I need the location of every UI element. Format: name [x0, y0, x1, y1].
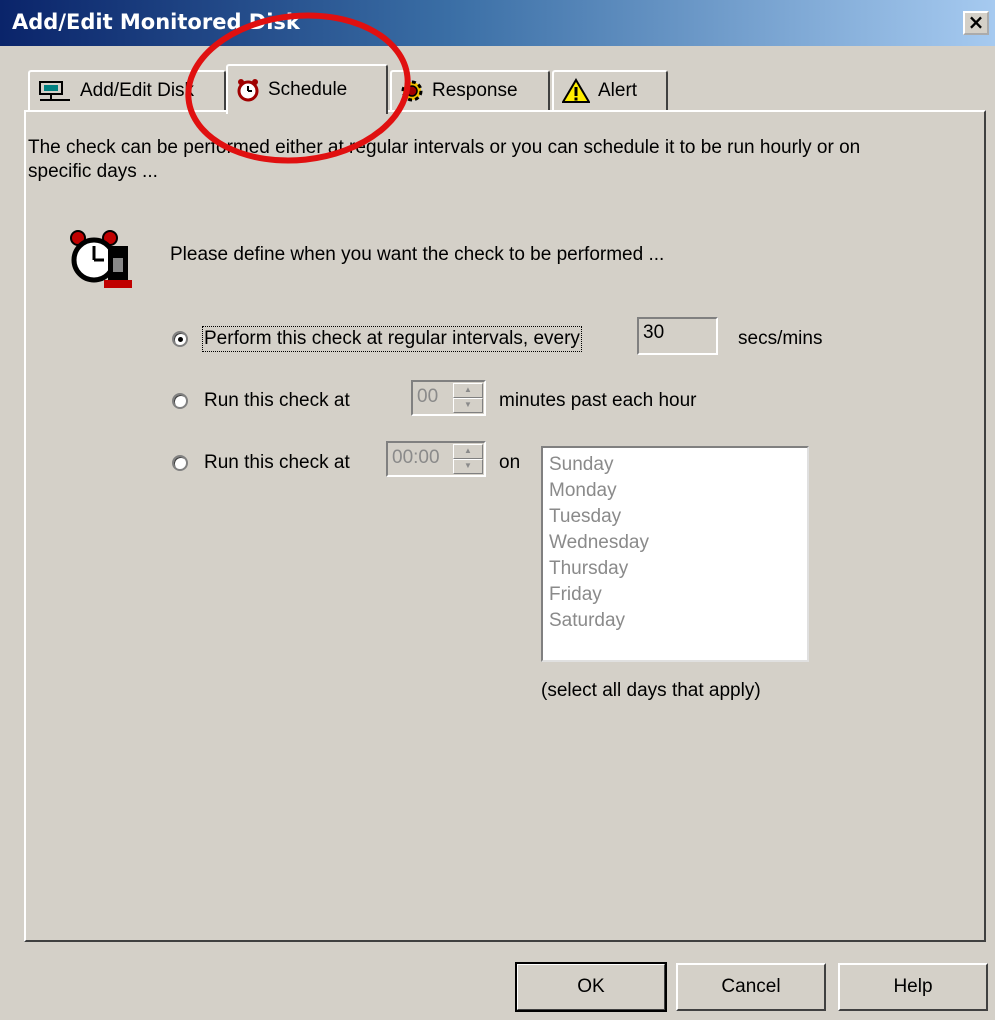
close-icon: × — [967, 10, 985, 34]
hourly-option[interactable]: Run this check at — [172, 390, 350, 412]
tab-schedule[interactable]: Schedule — [226, 64, 388, 114]
daily-radio[interactable] — [172, 455, 188, 471]
tab-add-edit-disk[interactable]: Add/Edit Disk — [28, 70, 226, 110]
intro-text: The check can be performed either at reg… — [28, 137, 861, 182]
daily-time-stepper[interactable]: 00:00 ▲ ▼ — [386, 441, 486, 477]
days-listbox[interactable]: Sunday Monday Tuesday Wednesday Thursday… — [541, 446, 809, 662]
prompt-text: Please define when you want the check to… — [170, 244, 665, 265]
tab-label: Add/Edit Disk — [80, 80, 195, 101]
spin-down-icon[interactable]: ▼ — [453, 459, 483, 474]
help-button[interactable]: Help — [838, 963, 988, 1011]
tab-label: Alert — [598, 80, 638, 101]
tab-alert[interactable]: Alert — [552, 70, 668, 110]
tab-response[interactable]: Response — [390, 70, 550, 110]
warning-icon — [562, 78, 590, 103]
interval-label: Perform this check at regular intervals,… — [202, 326, 582, 352]
tab-panel — [24, 110, 986, 942]
alarm-clock-icon — [70, 230, 132, 288]
daily-suffix: on — [499, 452, 521, 473]
close-button[interactable]: × — [963, 11, 989, 35]
hourly-radio[interactable] — [172, 393, 188, 409]
list-item[interactable]: Thursday — [549, 556, 801, 582]
interval-unit: secs/mins — [738, 328, 823, 349]
ok-button[interactable]: OK — [515, 962, 667, 1012]
hourly-minute-stepper[interactable]: 00 ▲ ▼ — [411, 380, 486, 416]
interval-option[interactable]: Perform this check at regular intervals,… — [172, 326, 582, 352]
list-item[interactable]: Tuesday — [549, 504, 801, 530]
tab-label: Response — [432, 80, 518, 101]
list-item[interactable]: Saturday — [549, 608, 801, 634]
tab-label: Schedule — [268, 79, 348, 100]
interval-radio[interactable] — [172, 331, 188, 347]
hourly-label: Run this check at — [204, 390, 350, 411]
window-title: Add/Edit Monitored Disk — [12, 10, 300, 34]
spin-up-icon[interactable]: ▲ — [453, 444, 483, 459]
daily-time-value: 00:00 — [392, 447, 440, 468]
list-item[interactable]: Sunday — [549, 452, 801, 478]
daily-option[interactable]: Run this check at — [172, 452, 350, 474]
hourly-suffix: minutes past each hour — [499, 390, 697, 411]
list-item[interactable]: Friday — [549, 582, 801, 608]
list-item[interactable]: Wednesday — [549, 530, 801, 556]
hourly-minute-value: 00 — [417, 386, 439, 407]
spin-up-icon[interactable]: ▲ — [453, 383, 483, 398]
alarm-clock-icon — [237, 79, 259, 102]
interval-input[interactable]: 30 — [637, 317, 718, 355]
network-disk-icon — [39, 81, 70, 101]
title-bar: Add/Edit Monitored Disk × — [0, 0, 995, 46]
days-hint: (select all days that apply) — [541, 680, 761, 701]
cancel-button[interactable]: Cancel — [676, 963, 826, 1011]
spin-down-icon[interactable]: ▼ — [453, 398, 483, 413]
gear-icon — [401, 80, 423, 102]
list-item[interactable]: Monday — [549, 478, 801, 504]
daily-label: Run this check at — [204, 452, 350, 473]
